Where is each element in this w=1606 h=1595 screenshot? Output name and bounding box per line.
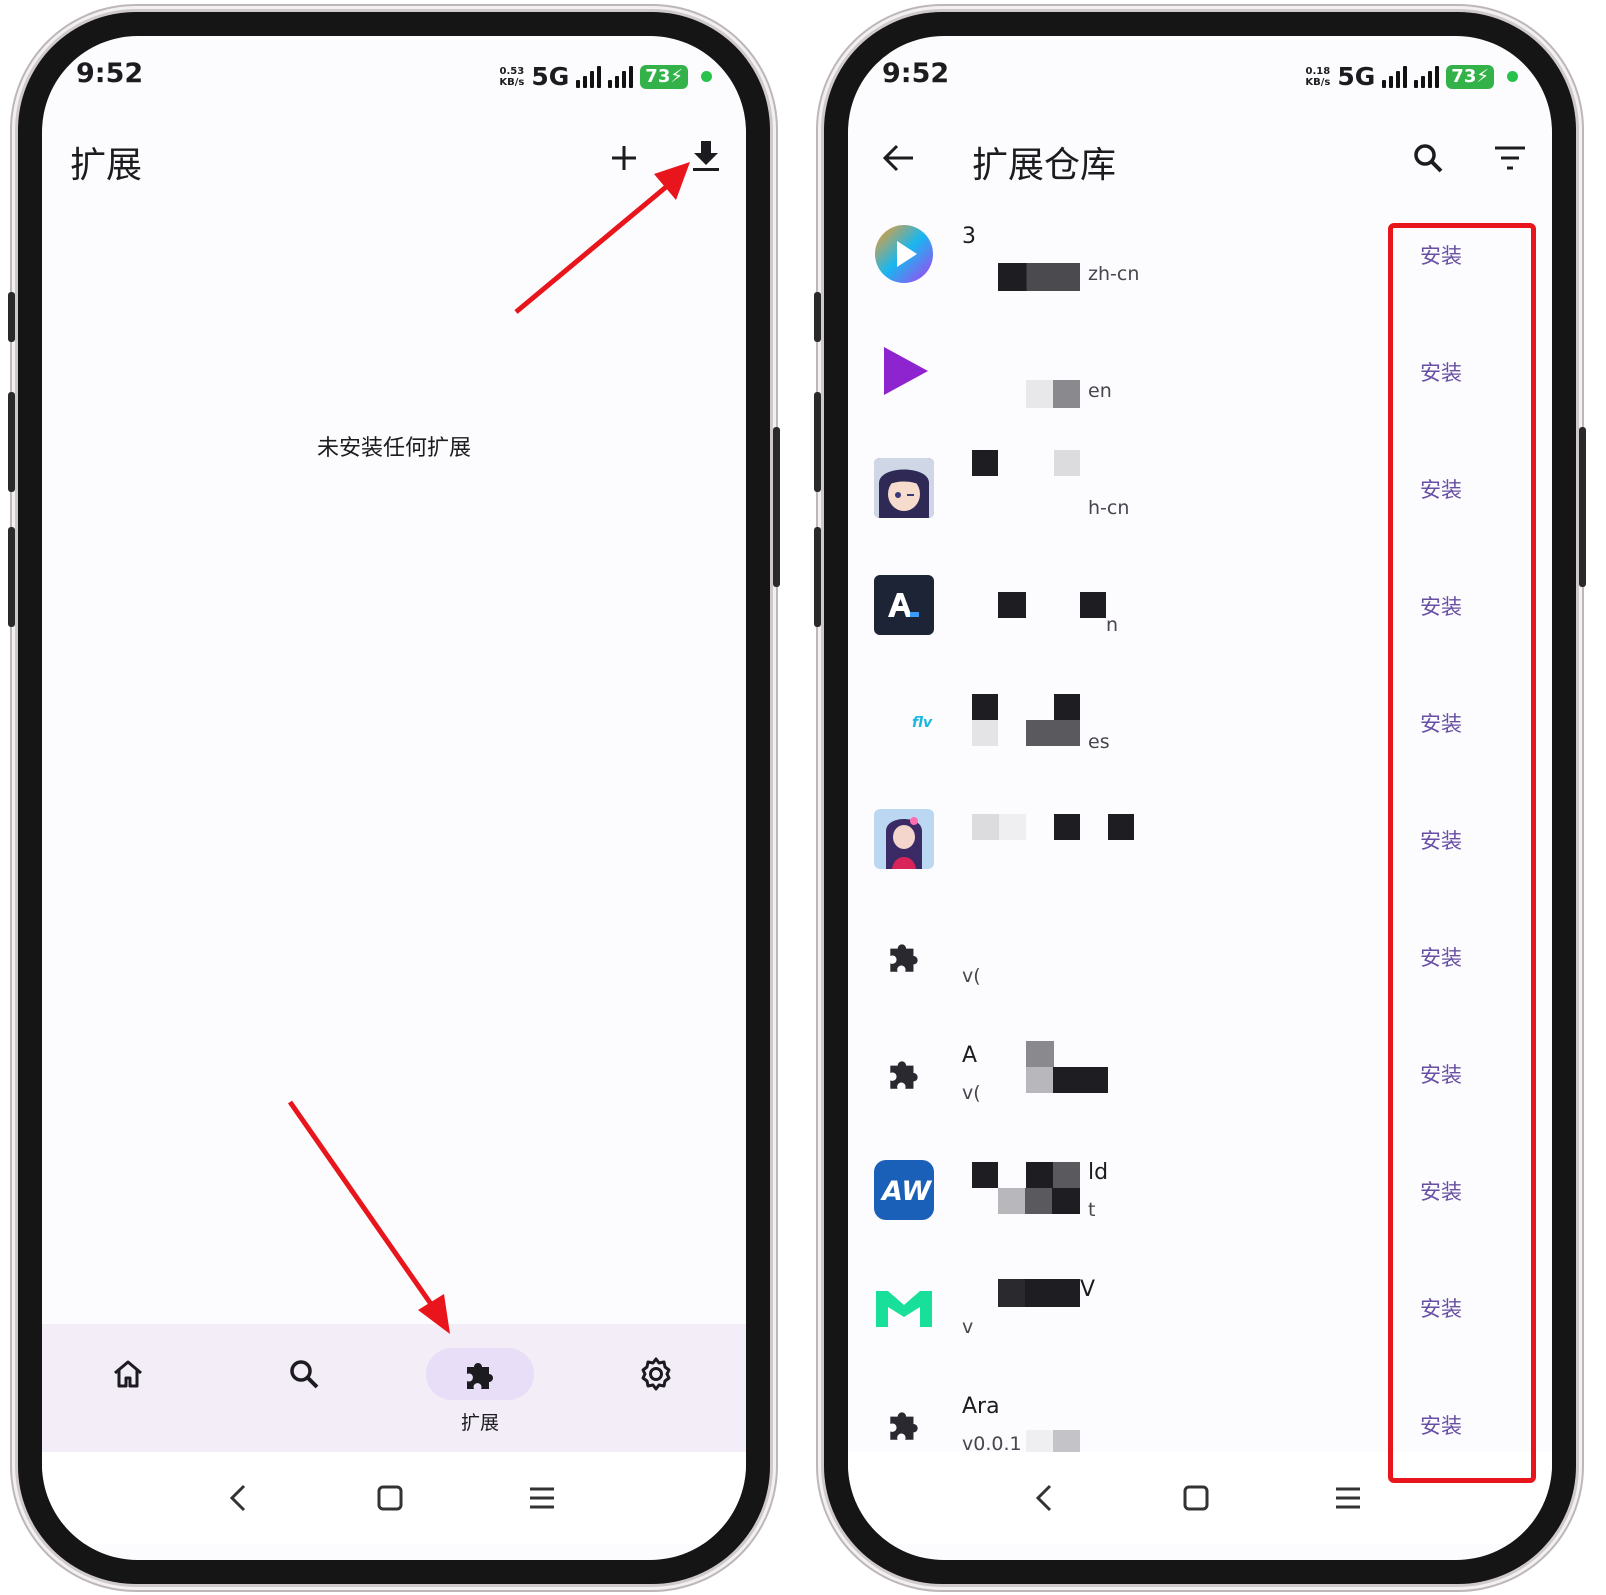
search-icon[interactable] [1398,128,1458,188]
power-button [1579,427,1586,587]
extension-name: A [962,1043,978,1068]
redacted-block [972,450,998,476]
back-icon[interactable] [1020,1474,1068,1522]
install-button[interactable]: 安装 [1420,942,1462,972]
status-indicators: 0.18 KB/s 5G 73⚡ [1305,62,1518,91]
redacted-block [1026,720,1080,746]
aw-logo-icon: AW [874,1160,934,1220]
status-bar: 9:52 0.18 KB/s 5G 73⚡ [848,36,1552,100]
list-item[interactable]: v( 安装 [848,898,1552,1015]
list-item[interactable]: A v( 安装 [848,1015,1552,1132]
install-button[interactable]: 安装 [1420,591,1462,621]
install-button[interactable]: 安装 [1420,1293,1462,1323]
redacted-block [1026,380,1080,408]
svg-text:AW: AW [880,1176,932,1207]
list-item[interactable]: AW ld t 安装 [848,1132,1552,1249]
network-speed: 0.18 KB/s [1305,65,1331,88]
extension-version: n [1106,614,1119,636]
redacted-block [1054,814,1080,840]
list-item[interactable]: 3 zh-cn 安装 [848,196,1552,313]
m-logo-icon [874,1277,934,1337]
extension-version: en [1088,380,1112,402]
install-button[interactable]: 安装 [1420,1176,1462,1206]
puzzle-icon [874,1394,934,1454]
volume-down-button [8,527,15,627]
network-type: 5G [1337,62,1376,91]
extension-version: h-cn [1088,497,1130,519]
redacted-block [972,1162,998,1188]
home-square-icon[interactable] [1172,1474,1220,1522]
extension-version: zh-cn [1088,263,1140,285]
install-button[interactable]: 安装 [1420,240,1462,270]
install-button[interactable]: 安装 [1420,1059,1462,1089]
arrow-left-icon[interactable] [868,128,928,188]
list-item[interactable]: flv es 安装 [848,664,1552,781]
extension-version: t [1088,1199,1096,1221]
phone-frame-left: 9:52 0.53 KB/s 5G 73⚡ 扩展 未安装任何扩展 扩展 [8,12,780,1584]
install-button[interactable]: 安装 [1420,357,1462,387]
phone-frame-right: 9:52 0.18 KB/s 5G 73⚡ 扩展仓库 3 zh-cn 安装 en… [814,12,1586,1584]
extension-version: v [962,1316,974,1338]
menu-icon[interactable] [1324,1474,1372,1522]
extension-name: 3 [962,224,976,249]
flv-logo-icon: flv [874,692,934,752]
list-item[interactable]: en 安装 [848,313,1552,430]
redacted-block [1080,592,1106,618]
list-item[interactable]: V v 安装 [848,1249,1552,1366]
redacted-block [1054,694,1080,720]
redacted-block [998,1279,1080,1307]
anime-avatar-2-icon [874,809,934,869]
redacted-block [1054,450,1080,476]
power-button [773,427,780,587]
redacted-block [972,720,998,746]
redacted-block [1108,814,1134,840]
system-nav-bar [848,1452,1552,1544]
signal-icon [1382,65,1408,88]
svg-text:flv: flv [912,715,933,731]
extension-version: es [1088,731,1110,753]
extension-name: V [1080,1277,1096,1302]
signal-icon-2 [1414,65,1440,88]
redacted-block [972,814,1026,840]
battery-icon: 73⚡ [1446,64,1494,89]
al-logo-icon [874,575,934,635]
install-button[interactable]: 安装 [1420,825,1462,855]
extension-name: ld [1088,1160,1109,1185]
annotation-arrows [287,162,690,1334]
volume-up-button [814,392,821,492]
install-button[interactable]: 安装 [1420,1410,1462,1440]
privacy-dot-icon [1507,71,1518,82]
list-item[interactable]: n 安装 [848,547,1552,664]
extension-version: v( [962,965,981,987]
extension-version: v( [962,1082,981,1104]
redacted-block [1026,1041,1054,1067]
puzzle-icon [874,1043,934,1103]
redacted-block [998,1188,1080,1214]
redacted-block [972,694,998,720]
status-time: 9:52 [882,58,950,89]
install-button[interactable]: 安装 [1420,708,1462,738]
puzzle-icon [874,926,934,986]
redacted-block [1026,1162,1080,1188]
play-purple-icon [874,341,934,401]
side-button [8,292,15,342]
redacted-block [998,263,1080,291]
list-item[interactable]: h-cn 安装 [848,430,1552,547]
redacted-block [1026,1067,1108,1093]
play-gradient-icon [874,224,934,284]
volume-up-button [8,392,15,492]
redacted-block [998,592,1026,618]
extension-name: Ara [962,1394,1000,1419]
volume-down-button [814,527,821,627]
install-button[interactable]: 安装 [1420,474,1462,504]
side-button [814,292,821,342]
screen-extension-repo: 9:52 0.18 KB/s 5G 73⚡ 扩展仓库 3 zh-cn 安装 en… [848,36,1552,1560]
anime-avatar-icon [874,458,934,518]
filter-icon[interactable] [1480,128,1540,188]
list-item[interactable]: 安装 [848,781,1552,898]
page-title: 扩展仓库 [972,145,1117,186]
